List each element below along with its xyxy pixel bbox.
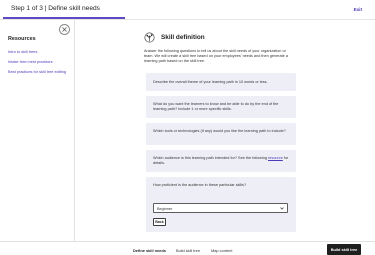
question-card-tools[interactable]: Which tools or technologies (if any) wou… [146, 123, 296, 145]
sidebar-title: Resources [8, 36, 36, 42]
step-build-skill-tree[interactable]: Build skill tree [176, 248, 200, 253]
sidebar-link-editing[interactable]: Best practices for skill tree editing [8, 69, 66, 74]
chevron-down-icon [280, 207, 284, 210]
skill-tree-icon [144, 32, 155, 43]
question-text: Which tools or technologies (if any) wou… [153, 129, 286, 133]
page-title: Step 1 of 3 | Define skill needs [11, 5, 100, 12]
step-define-skill-needs[interactable]: Define skill needs [133, 248, 166, 253]
question-card-proficiency: How proficient is the audience in these … [146, 177, 296, 232]
resource-link[interactable]: resource [268, 156, 283, 160]
question-text: What do you want the learners to know an… [153, 102, 279, 111]
step-map-content[interactable]: Map content [211, 248, 232, 253]
question-text: Which audience is this learning path int… [153, 156, 291, 166]
back-button[interactable]: Back [153, 218, 166, 226]
close-icon [62, 27, 67, 32]
exit-button[interactable]: Exit [354, 7, 362, 12]
sidebar-link-intake[interactable]: Intake form best practices [8, 59, 66, 64]
section-title: Skill definition [161, 34, 205, 41]
question-text: How proficient is the audience in these … [153, 183, 247, 187]
question-text: Describe the overall theme of your learn… [153, 80, 268, 84]
build-skill-tree-button[interactable]: Build skill tree [327, 244, 361, 255]
question-text-part: Which audience is this learning path int… [153, 156, 269, 160]
proficiency-select-value: Beginner [157, 207, 173, 211]
close-sidebar-button[interactable] [59, 24, 70, 35]
sidebar-link-intro[interactable]: Intro to skill trees [8, 49, 66, 54]
section-intro: Answer the following questions to tell u… [144, 49, 288, 63]
question-card-audience[interactable]: Which audience is this learning path int… [146, 150, 296, 172]
footer-divider [0, 241, 375, 242]
top-bar: Step 1 of 3 | Define skill needs Exit [0, 0, 375, 19]
question-card-theme[interactable]: Describe the overall theme of your learn… [146, 73, 296, 91]
question-card-outcomes[interactable]: What do you want the learners to know an… [146, 96, 296, 118]
proficiency-select[interactable]: Beginner [153, 203, 288, 213]
